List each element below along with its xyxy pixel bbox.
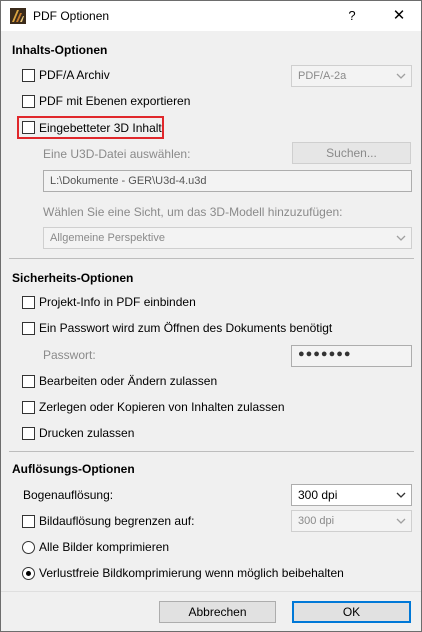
password-required-label: Ein Passwort wird zum Öffnen des Dokumen… [39, 321, 333, 335]
u3d-path-value: L:\Dokumente - GER\U3d-4.u3d [50, 175, 207, 187]
chevron-down-icon [396, 235, 406, 241]
allow-edit-label: Bearbeiten oder Ändern zulassen [39, 374, 218, 388]
compress-all-radio[interactable] [22, 541, 35, 554]
footer-divider [1, 591, 421, 592]
close-button[interactable]: ✕ [379, 4, 419, 28]
arc-resolution-label: Bogenauflösung: [23, 488, 114, 502]
section-divider [9, 451, 414, 452]
chevron-down-icon [396, 518, 406, 524]
chevron-down-icon [396, 492, 406, 498]
password-mask: ●●●●●●● [298, 348, 352, 360]
password-label: Passwort: [43, 348, 96, 362]
help-button[interactable]: ? [337, 4, 367, 28]
content-options-heading: Inhalts-Optionen [12, 43, 108, 57]
window-title: PDF Optionen [33, 9, 110, 23]
title-bar: PDF Optionen ? ✕ [1, 1, 421, 31]
pdfa-version-value: PDF/A-2a [298, 70, 347, 82]
app-icon [10, 8, 26, 24]
arc-resolution-value: 300 dpi [298, 488, 338, 502]
limit-resolution-select[interactable]: 300 dpi [291, 510, 412, 532]
pdfa-version-select[interactable]: PDF/A-2a [291, 65, 412, 87]
export-layers-label: PDF mit Ebenen exportieren [39, 94, 191, 108]
compress-all-label: Alle Bilder komprimieren [39, 540, 170, 554]
u3d-file-prompt: Eine U3D-Datei auswählen: [43, 147, 191, 161]
section-divider [9, 258, 414, 259]
view-select-value: Allgemeine Perspektive [50, 232, 165, 244]
allow-print-checkbox[interactable] [22, 427, 35, 440]
chevron-down-icon [396, 73, 406, 79]
allow-copy-label: Zerlegen oder Kopieren von Inhalten zula… [39, 400, 285, 414]
pdfa-archive-label: PDF/A Archiv [39, 68, 110, 82]
cancel-button[interactable]: Abbrechen [159, 601, 276, 623]
search-button[interactable]: Suchen... [292, 142, 411, 164]
security-options-heading: Sicherheits-Optionen [12, 271, 134, 285]
allow-copy-checkbox[interactable] [22, 401, 35, 414]
resolution-options-heading: Auflösungs-Optionen [12, 462, 135, 476]
pdf-options-dialog: PDF Optionen ? ✕ Inhalts-Optionen PDF/A … [0, 0, 422, 632]
allow-print-label: Drucken zulassen [39, 426, 135, 440]
lossless-compression-label: Verlustfreie Bildkomprimierung wenn mögl… [39, 566, 344, 580]
password-field[interactable]: ●●●●●●● [291, 345, 412, 367]
view-prompt: Wählen Sie eine Sicht, um das 3D-Modell … [43, 205, 343, 219]
export-layers-checkbox[interactable] [22, 95, 35, 108]
embedded-3d-checkbox[interactable] [22, 121, 35, 134]
limit-resolution-value: 300 dpi [298, 515, 335, 527]
project-info-label: Projekt-Info in PDF einbinden [39, 295, 196, 309]
limit-image-resolution-checkbox[interactable] [22, 515, 35, 528]
project-info-checkbox[interactable] [22, 296, 35, 309]
arc-resolution-select[interactable]: 300 dpi [291, 484, 412, 506]
view-select[interactable]: Allgemeine Perspektive [43, 227, 412, 249]
u3d-path-field[interactable]: L:\Dokumente - GER\U3d-4.u3d [43, 170, 412, 192]
allow-edit-checkbox[interactable] [22, 375, 35, 388]
password-required-checkbox[interactable] [22, 322, 35, 335]
lossless-compression-radio[interactable] [22, 567, 35, 580]
pdfa-archive-checkbox[interactable] [22, 69, 35, 82]
embedded-3d-label: Eingebetteter 3D Inhalt [39, 121, 162, 135]
ok-button[interactable]: OK [292, 601, 411, 623]
limit-image-resolution-label: Bildauflösung begrenzen auf: [39, 514, 195, 528]
